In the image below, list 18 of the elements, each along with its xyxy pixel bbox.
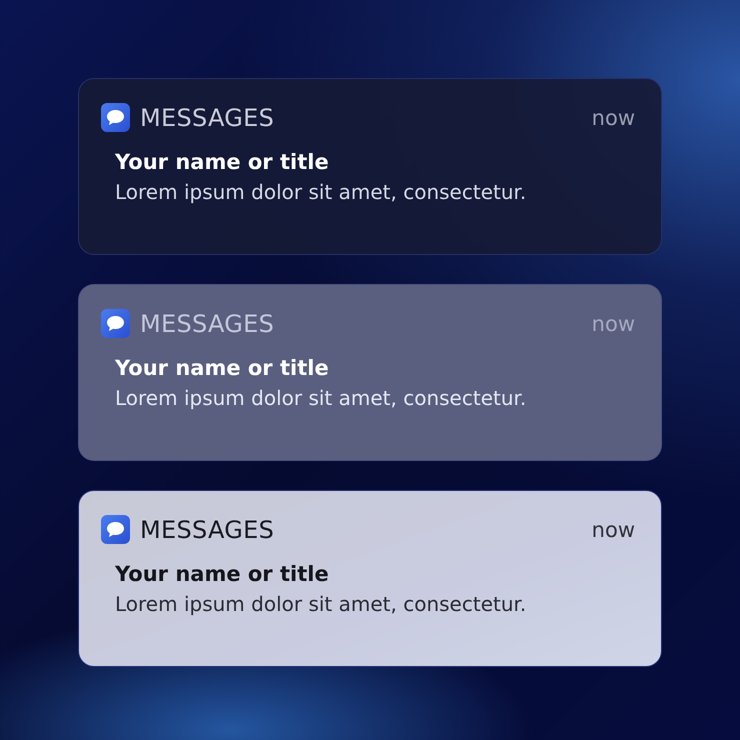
notification-body: Lorem ipsum dolor sit amet, consectetur. bbox=[115, 592, 528, 616]
app-name: MESSAGES bbox=[140, 310, 276, 338]
notification-card[interactable]: MESSAGES now Your name or title Lorem ipsum dolor sit amet, consectetur. bbox=[78, 284, 662, 461]
speech-bubble-icon bbox=[101, 103, 130, 132]
notification-title: Your name or title bbox=[115, 150, 330, 174]
app-name: MESSAGES bbox=[140, 104, 276, 132]
notification-title: Your name or title bbox=[115, 562, 330, 586]
speech-bubble-icon bbox=[101, 515, 130, 544]
notification-card[interactable]: MESSAGES now Your name or title Lorem ipsum dolor sit amet, consectetur. bbox=[78, 490, 662, 667]
timestamp: now bbox=[592, 518, 635, 542]
notification-card[interactable]: MESSAGES now Your name or title Lorem ipsum dolor sit amet, consectetur. bbox=[78, 78, 662, 255]
timestamp: now bbox=[592, 312, 635, 336]
notification-body: Lorem ipsum dolor sit amet, consectetur. bbox=[115, 386, 528, 410]
speech-bubble-icon bbox=[101, 309, 130, 338]
notification-body: Lorem ipsum dolor sit amet, consectetur. bbox=[115, 180, 528, 204]
notification-title: Your name or title bbox=[115, 356, 330, 380]
app-name: MESSAGES bbox=[140, 516, 276, 544]
timestamp: now bbox=[592, 106, 635, 130]
